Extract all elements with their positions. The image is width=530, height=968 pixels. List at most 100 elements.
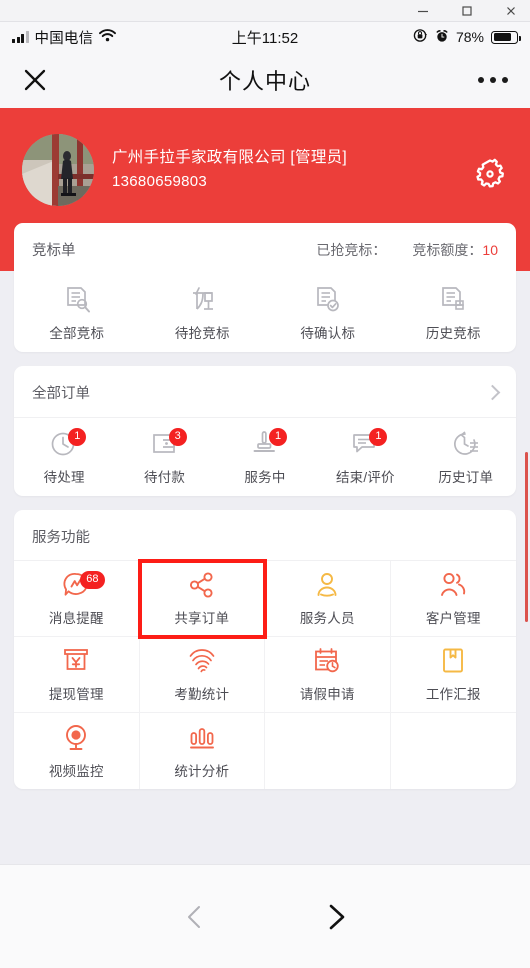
- orders-grid: 1 待处理 3 待付款 1 服务中 1 结束/评价 历史订单: [14, 418, 516, 496]
- order-item-label: 历史订单: [438, 469, 494, 485]
- users-group-icon: [438, 570, 468, 600]
- bidding-quota-stat: 竞标额度：10: [412, 240, 498, 260]
- gear-icon[interactable]: [472, 156, 508, 192]
- services-card: 服务功能 68 消息提醒 共享订单 服务人员 客户管理 提现管理 考勤统计 请假…: [14, 510, 516, 789]
- bidding-card-header: 竞标单 已抢竞标： 竞标额度：10: [14, 223, 516, 274]
- profile-info: 广州手拉手家政有限公司 [管理员] 13680659803: [112, 134, 347, 193]
- service-item-label: 消息提醒: [48, 611, 104, 626]
- service-item-attendance[interactable]: 考勤统计: [139, 637, 265, 713]
- bidding-item-label: 待抢竞标: [174, 325, 230, 341]
- order-badge: 3: [168, 428, 187, 446]
- wifi-icon: [99, 29, 117, 45]
- service-badge: 68: [80, 571, 105, 589]
- profile-name: 广州手拉手家政有限公司 [管理员]: [112, 149, 348, 166]
- app-window: 中国电信 上午11:52 78% 个人中心 广州手拉手家政有限公司 [管理员] …: [0, 0, 530, 968]
- service-item-label: 考勤统计: [174, 687, 230, 702]
- scroll-bottom-spacer: [0, 803, 530, 843]
- bidding-item-pending-confirm[interactable]: 待确认标: [265, 274, 391, 352]
- service-item-video-monitor[interactable]: 视频监控: [14, 713, 140, 789]
- bidding-item-history[interactable]: 历史竞标: [391, 274, 517, 352]
- document-history-icon: [438, 285, 468, 315]
- battery-icon: [491, 30, 521, 44]
- user-staff-icon: [312, 570, 342, 600]
- bidding-card: 竞标单 已抢竞标： 竞标额度：10 全部竞标 待抢竞标 待确认标 历史竞标: [14, 223, 516, 352]
- window-minimize-button[interactable]: [416, 4, 430, 18]
- service-item-withdraw[interactable]: 提现管理: [14, 637, 140, 713]
- grab-bid-icon: [187, 285, 217, 315]
- share-nodes-icon: [187, 570, 217, 600]
- service-item-customer-management[interactable]: 客户管理: [390, 561, 516, 637]
- bidding-quota-label: 竞标额度：: [412, 241, 483, 258]
- bidding-grabbed-label: 已抢竞标：: [316, 241, 387, 258]
- service-item-staff[interactable]: 服务人员: [265, 561, 391, 637]
- orders-title: 全部订单: [32, 386, 90, 402]
- bidding-title: 竞标单: [32, 243, 76, 259]
- alarm-clock-icon: [435, 29, 449, 46]
- window-close-button[interactable]: [504, 4, 518, 18]
- order-item-label: 待付款: [144, 469, 186, 485]
- battery-percent-label: 78%: [455, 29, 484, 45]
- chevron-right-icon[interactable]: [320, 902, 350, 932]
- bidding-item-pending-grab[interactable]: 待抢竞标: [140, 274, 266, 352]
- chevron-right-icon[interactable]: [484, 384, 501, 401]
- bidding-item-all[interactable]: 全部竞标: [14, 274, 140, 352]
- page-nav-bar: 个人中心: [0, 52, 530, 108]
- chevron-left-icon[interactable]: [180, 902, 210, 932]
- orders-card-header[interactable]: 全部订单: [14, 366, 516, 417]
- window-title-bar: [0, 0, 530, 22]
- service-item-label: 统计分析: [174, 763, 230, 779]
- service-item-label: 服务人员: [299, 611, 355, 626]
- order-badge: 1: [68, 428, 87, 446]
- order-badge: 1: [268, 428, 288, 446]
- orders-card: 全部订单 1 待处理 3 待付款 1 服务中 1 结束/评价 历史订单: [14, 366, 516, 496]
- status-bar-left: 中国电信: [12, 27, 117, 48]
- page-scroll-area[interactable]: 广州手拉手家政有限公司 [管理员] 13680659803 竞标单 已抢竞标： …: [0, 108, 530, 864]
- service-item-label: 请假申请: [299, 687, 355, 702]
- vertical-scrollbar[interactable]: [525, 452, 528, 622]
- service-item-statistics[interactable]: 统计分析: [140, 713, 265, 789]
- document-search-icon: [62, 285, 92, 315]
- carrier-label: 中国电信: [34, 30, 94, 47]
- service-item-label: 共享订单: [174, 611, 230, 626]
- bidding-grid: 全部竞标 待抢竞标 待确认标 历史竞标: [14, 274, 516, 352]
- order-item-history[interactable]: 历史订单: [416, 418, 516, 496]
- bottom-navigation-bar: [0, 864, 530, 968]
- services-grid-row-3: 视频监控 统计分析: [14, 713, 516, 789]
- service-item-label: 提现管理: [48, 687, 104, 702]
- order-item-unpaid[interactable]: 3 待付款: [114, 418, 214, 496]
- history-clock-icon: [451, 429, 481, 459]
- service-item-label: 工作汇报: [425, 687, 481, 702]
- rotation-lock-icon: [413, 28, 428, 46]
- bidding-item-label: 全部竞标: [49, 325, 105, 341]
- fingerprint-icon: [187, 646, 217, 676]
- more-dots-icon[interactable]: [478, 77, 508, 83]
- order-item-label: 待处理: [43, 469, 85, 485]
- bidding-quota-value: 10: [482, 241, 498, 258]
- order-item-pending[interactable]: 1 待处理: [14, 418, 114, 496]
- calendar-clock-icon: [312, 646, 342, 676]
- order-item-finished-review[interactable]: 1 结束/评价: [315, 418, 415, 496]
- close-icon[interactable]: [22, 67, 48, 93]
- order-item-label: 服务中: [244, 469, 286, 485]
- page-title: 个人中心: [218, 69, 311, 94]
- book-icon: [438, 646, 468, 676]
- service-item-empty: [265, 713, 391, 789]
- service-item-message-alert[interactable]: 68 消息提醒: [14, 561, 140, 637]
- withdraw-yuan-icon: [61, 646, 91, 676]
- order-item-label: 结束/评价: [335, 469, 395, 485]
- service-item-leave-request[interactable]: 请假申请: [265, 637, 391, 713]
- service-item-work-report[interactable]: 工作汇报: [390, 637, 516, 713]
- services-grid-row-2: 提现管理 考勤统计 请假申请 工作汇报: [14, 637, 516, 713]
- service-item-empty: [391, 713, 517, 789]
- order-item-in-service[interactable]: 1 服务中: [215, 418, 315, 496]
- bidding-item-label: 历史竞标: [425, 325, 481, 341]
- video-camera-icon: [61, 723, 91, 753]
- avatar[interactable]: [22, 134, 94, 206]
- bidding-item-label: 待确认标: [300, 325, 356, 341]
- window-maximize-button[interactable]: [460, 4, 474, 18]
- service-item-shared-orders[interactable]: 共享订单: [137, 559, 267, 639]
- service-item-label: 视频监控: [48, 763, 104, 779]
- services-grid-row-1: 68 消息提醒 共享订单 服务人员 客户管理: [14, 559, 516, 639]
- profile-phone: 13680659803: [112, 173, 208, 191]
- bar-chart-icon: [187, 723, 217, 753]
